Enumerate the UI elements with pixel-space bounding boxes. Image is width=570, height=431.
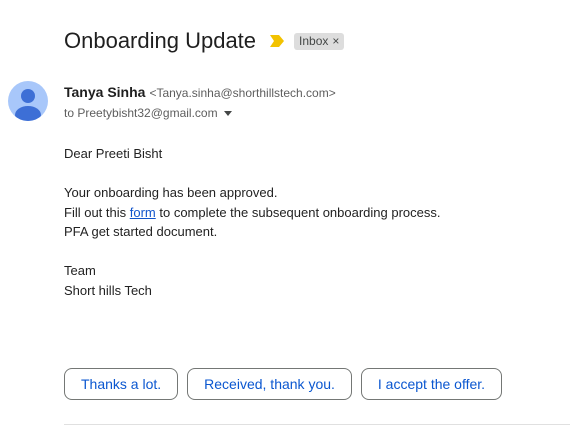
smart-reply-accept-button[interactable]: I accept the offer.: [360, 368, 503, 400]
body-line-approved: Your onboarding has been approved.: [64, 185, 278, 200]
recipient-text: to Preetybisht32@gmail.com: [64, 106, 218, 120]
sender-row: Tanya Sinha <Tanya.sinha@shorthillstech.…: [64, 84, 336, 100]
greeting: Dear Preeti Bisht: [64, 146, 163, 161]
email-view: Onboarding Update Inbox × Tanya Sinha <T…: [0, 0, 570, 431]
remove-label-icon[interactable]: ×: [332, 34, 339, 48]
smart-replies: Thanks a lot. Received, thank you. I acc…: [64, 368, 503, 400]
form-link[interactable]: form: [130, 205, 156, 220]
show-details-chevron-down-icon[interactable]: [223, 110, 232, 116]
divider: [64, 424, 570, 425]
email-subject: Onboarding Update: [64, 28, 257, 53]
sender-name[interactable]: Tanya Sinha: [64, 84, 145, 100]
body-line-form: Fill out this form to complete the subse…: [64, 203, 441, 223]
subject-row: Onboarding Update Inbox ×: [64, 26, 345, 56]
signoff-company: Short hills Tech: [64, 282, 152, 298]
body-line-attachment: PFA get started document.: [64, 224, 218, 239]
email-body: Dear Preeti Bisht Your onboarding has be…: [64, 144, 441, 300]
body-line-form-before: Fill out this: [64, 204, 130, 220]
importance-marker-icon[interactable]: [269, 34, 285, 48]
inbox-label-chip[interactable]: Inbox ×: [294, 32, 345, 50]
recipient-row: to Preetybisht32@gmail.com: [64, 106, 232, 120]
sender-avatar[interactable]: [8, 81, 48, 121]
body-line-form-after: to complete the subsequent onboarding pr…: [155, 204, 441, 220]
smart-reply-thanks-button[interactable]: Thanks a lot.: [64, 368, 179, 400]
person-avatar-icon: [15, 89, 41, 121]
signoff-team: Team: [64, 263, 96, 278]
inbox-label-text: Inbox: [299, 33, 329, 48]
sender-email: <Tanya.sinha@shorthillstech.com>: [149, 86, 336, 100]
smart-reply-received-button[interactable]: Received, thank you.: [187, 368, 352, 400]
